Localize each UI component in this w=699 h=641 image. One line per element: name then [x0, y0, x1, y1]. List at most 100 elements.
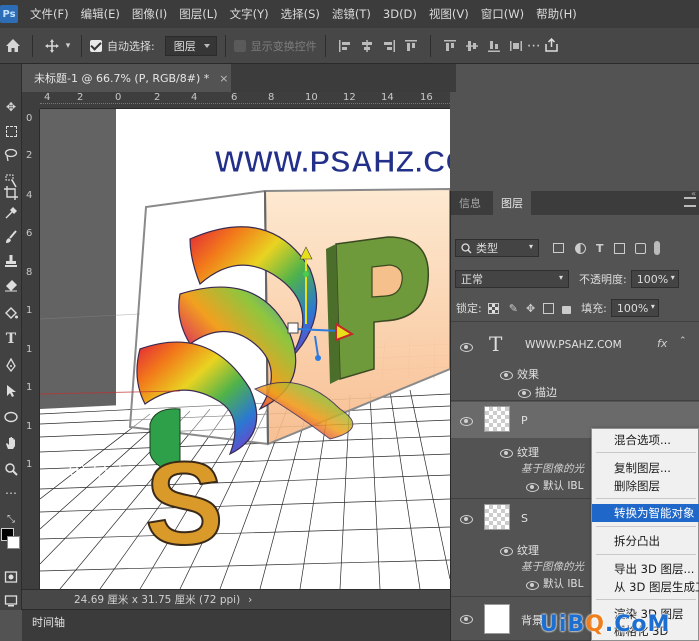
texture-eye-icon[interactable]: [499, 546, 513, 556]
shape-tool-icon[interactable]: [2, 408, 20, 426]
close-icon[interactable]: ×: [219, 72, 228, 85]
lock-position-icon[interactable]: ✥: [526, 302, 535, 315]
stroke-eye-icon[interactable]: [517, 388, 531, 398]
layer-name[interactable]: S: [521, 512, 528, 525]
chevron-down-icon[interactable]: ▾: [63, 35, 73, 57]
ibl-label: 默认 IBL: [543, 578, 584, 590]
menu-3d[interactable]: 3D(D): [377, 7, 423, 21]
background-color-swatch[interactable]: [7, 536, 20, 549]
lock-all-icon[interactable]: [562, 306, 572, 314]
document-tab-bar: 未标题-1 @ 66.7% (P, RGB/8#) * ×: [24, 64, 456, 92]
fill-input[interactable]: 100% ▾: [610, 299, 659, 317]
menu-type[interactable]: 文字(Y): [224, 6, 275, 22]
eyedropper-tool-icon[interactable]: [2, 204, 20, 222]
home-icon[interactable]: [2, 35, 24, 57]
effect-eye-icon[interactable]: [499, 370, 513, 380]
distribute-icon[interactable]: [400, 35, 422, 57]
zoom-tool-icon[interactable]: [2, 460, 20, 478]
ibl-eye-icon[interactable]: [525, 580, 539, 590]
menu-edit[interactable]: 编辑(E): [75, 6, 126, 22]
menu-item-convert-smart-object[interactable]: 转换为智能对象: [592, 504, 699, 522]
crop-tool-icon[interactable]: [2, 184, 20, 202]
panel-collapse-icon[interactable]: «: [691, 189, 696, 198]
visibility-eye-icon[interactable]: [459, 342, 473, 352]
texture-eye-icon[interactable]: [499, 448, 513, 458]
visibility-eye-icon[interactable]: [459, 614, 473, 624]
hand-tool-icon[interactable]: [2, 434, 20, 452]
layer-name[interactable]: P: [521, 414, 528, 427]
align-top-icon[interactable]: [439, 35, 461, 57]
align-middle-icon[interactable]: [461, 35, 483, 57]
divider: [324, 34, 326, 57]
auto-select-checkbox[interactable]: [90, 39, 102, 52]
menu-image[interactable]: 图像(I): [126, 6, 173, 22]
filter-pixel-icon[interactable]: [553, 243, 564, 253]
lock-brush-icon[interactable]: ✎: [509, 302, 518, 315]
visibility-eye-icon[interactable]: [459, 416, 473, 426]
distribute-vertical-icon[interactable]: [505, 35, 527, 57]
menu-filter[interactable]: 滤镜(T): [326, 6, 377, 22]
filter-smart-object-icon[interactable]: [634, 242, 646, 254]
align-center-icon[interactable]: [356, 35, 378, 57]
blend-mode-dropdown[interactable]: 正常 ▾: [455, 270, 569, 288]
document-tab[interactable]: 未标题-1 @ 66.7% (P, RGB/8#) * ×: [24, 64, 231, 92]
lock-artboard-icon[interactable]: [543, 302, 555, 314]
menu-view[interactable]: 视图(V): [423, 6, 475, 22]
align-left-icon[interactable]: [334, 35, 356, 57]
align-bottom-icon[interactable]: [483, 35, 505, 57]
layer-name[interactable]: WWW.PSAHZ.COM: [525, 339, 622, 351]
opacity-input[interactable]: 100% ▾: [630, 270, 679, 288]
stamp-tool-icon[interactable]: [2, 252, 20, 270]
brush-tool-icon[interactable]: [2, 228, 20, 246]
marquee-tool-icon[interactable]: [2, 122, 20, 140]
menu-file[interactable]: 文件(F): [24, 6, 75, 22]
lock-transparent-icon[interactable]: [487, 302, 499, 314]
timeline-tab[interactable]: 时间轴: [32, 614, 65, 630]
eraser-tool-icon[interactable]: [2, 276, 20, 294]
tab-layers[interactable]: 图层: [493, 191, 531, 215]
menu-item-duplicate-layer[interactable]: 复制图层...: [592, 459, 699, 477]
path-select-tool-icon[interactable]: [2, 382, 20, 400]
visibility-eye-icon[interactable]: [459, 514, 473, 524]
menu-item-split-extrusion[interactable]: 拆分凸出: [592, 532, 699, 550]
screen-mode-icon[interactable]: [2, 592, 20, 610]
swap-colors-icon[interactable]: ⤡: [2, 510, 20, 528]
align-right-icon[interactable]: [378, 35, 400, 57]
menu-item-export-3d-layer[interactable]: 导出 3D 图层...: [592, 560, 699, 578]
quick-mask-icon[interactable]: [2, 568, 20, 586]
menu-item-generate-from-3d[interactable]: 从 3D 图层生成工: [592, 578, 699, 596]
canvas-workspace[interactable]: P S WWW.PSAHZ.COM: [40, 109, 450, 589]
menu-layer[interactable]: 图层(L): [173, 6, 223, 22]
more-options-icon[interactable]: ⋯: [527, 35, 541, 57]
menu-item-delete-layer[interactable]: 删除图层: [592, 477, 699, 495]
filter-type-icon[interactable]: T: [596, 242, 604, 255]
menu-window[interactable]: 窗口(W): [475, 6, 530, 22]
show-transform-checkbox[interactable]: [233, 39, 246, 52]
ibl-eye-icon[interactable]: [525, 482, 539, 492]
ruler-label: 1: [26, 459, 33, 470]
ruler-label: 4: [26, 190, 33, 201]
status-arrow-icon[interactable]: ›: [248, 594, 252, 606]
lasso-tool-icon[interactable]: [2, 146, 20, 164]
filter-adjustment-icon[interactable]: [575, 242, 586, 254]
tab-info[interactable]: 信息: [451, 191, 489, 215]
layer-filter-dropdown[interactable]: 类型 ▾: [455, 239, 539, 257]
menu-select[interactable]: 选择(S): [275, 6, 326, 22]
more-tools-icon[interactable]: ⋯: [2, 484, 20, 502]
collapse-chevron-icon[interactable]: ⌃: [679, 336, 687, 346]
panel-menu-icon[interactable]: [684, 197, 696, 207]
filter-shape-icon[interactable]: [613, 242, 625, 254]
pen-tool-icon[interactable]: [2, 356, 20, 374]
canvas-artwork[interactable]: P S WWW.PSAHZ.COM: [40, 109, 450, 589]
paint-bucket-tool-icon[interactable]: [2, 304, 20, 322]
menu-help[interactable]: 帮助(H): [530, 6, 583, 22]
move-tool-icon[interactable]: [41, 35, 63, 57]
fx-badge[interactable]: fx: [657, 337, 667, 350]
layer-row-text[interactable]: T WWW.PSAHZ.COM fx ⌃ 效果 描边: [451, 321, 699, 401]
menu-item-blending-options[interactable]: 混合选项...: [592, 431, 699, 449]
type-tool-icon[interactable]: T: [2, 330, 20, 348]
filter-toggle[interactable]: [653, 241, 660, 255]
move-tool-icon[interactable]: ✥: [2, 98, 20, 116]
share-icon[interactable]: [541, 35, 563, 57]
auto-select-dropdown[interactable]: 图层: [164, 35, 217, 56]
